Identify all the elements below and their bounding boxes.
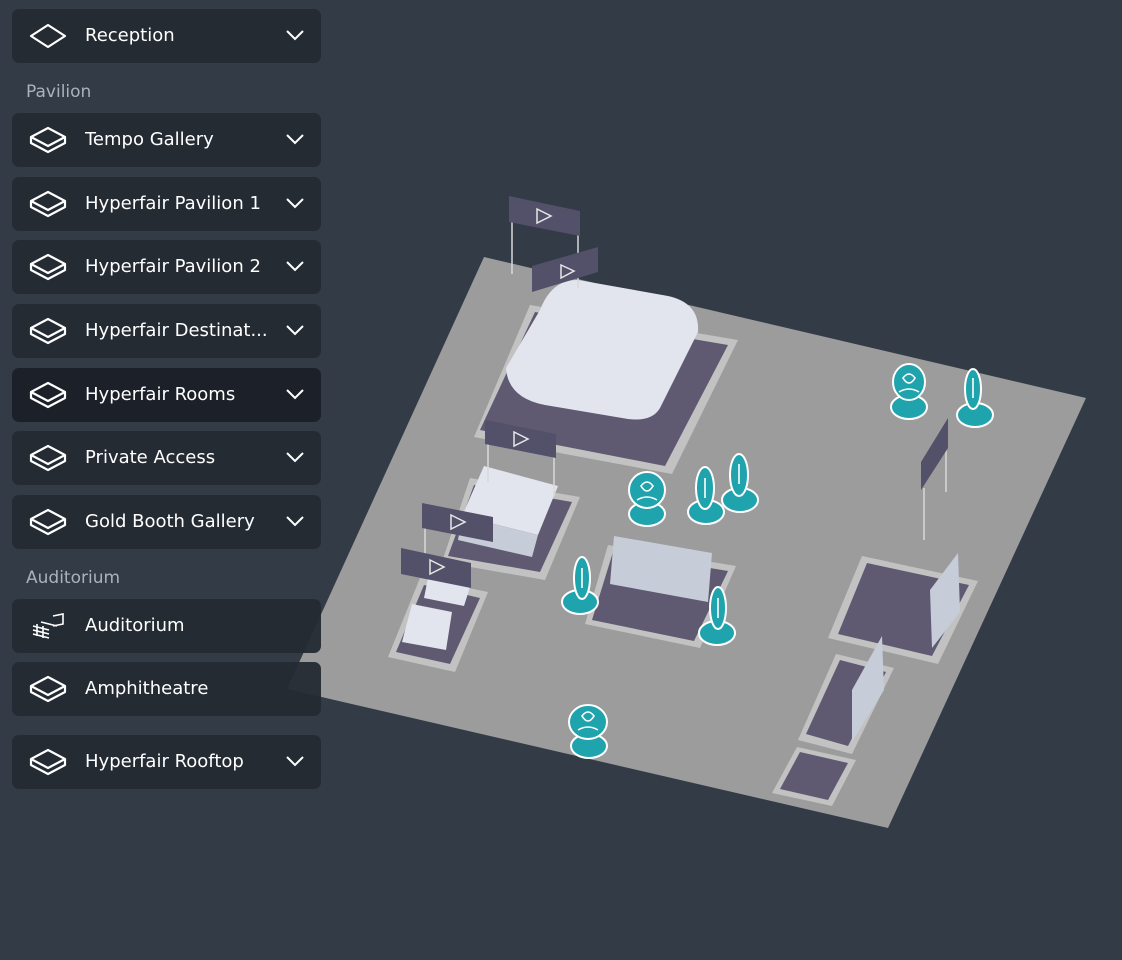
nav-item-hyperfair-rooftop[interactable]: Hyperfair Rooftop [12, 735, 321, 789]
avatar-marker[interactable] [568, 704, 608, 759]
layer-icon [29, 444, 67, 472]
nav-item-label: Auditorium [85, 615, 185, 636]
chevron-down-icon[interactable] [285, 387, 305, 401]
chevron-down-icon[interactable] [285, 28, 305, 42]
nav-item-label: Hyperfair Rooftop [85, 751, 244, 772]
chevron-down-icon[interactable] [285, 754, 305, 768]
layer-icon [29, 23, 67, 49]
nav-item-tempo-gallery[interactable]: Tempo Gallery [12, 113, 321, 167]
nav-item-reception[interactable]: Reception [12, 9, 321, 63]
nav-item-hyperfair-pavilion-2[interactable]: Hyperfair Pavilion 2 [12, 240, 321, 294]
nav-item-label: Hyperfair Pavilion 2 [85, 256, 261, 277]
nav-item-private-access[interactable]: Private Access [12, 431, 321, 485]
nav-item-auditorium[interactable]: Auditorium [12, 599, 321, 653]
nav-item-hyperfair-pavilion-1[interactable]: Hyperfair Pavilion 1 [12, 177, 321, 231]
layer-icon [29, 381, 67, 409]
nav-item-label: Private Access [85, 447, 216, 468]
chevron-down-icon[interactable] [285, 132, 305, 146]
avatar-marker[interactable] [628, 471, 666, 527]
chevron-down-icon[interactable] [285, 259, 305, 273]
nav-item-label: Tempo Gallery [85, 129, 214, 150]
layer-icon [29, 317, 67, 345]
layer-icon [29, 748, 67, 776]
avatar-marker[interactable] [890, 363, 928, 420]
chevron-down-icon[interactable] [285, 514, 305, 528]
nav-item-hyperfair-destinations[interactable]: Hyperfair Destinat... [12, 304, 321, 358]
chevron-down-icon[interactable] [285, 196, 305, 210]
layer-icon [29, 190, 67, 218]
section-title-pavilion: Pavilion [26, 82, 92, 102]
layer-icon [29, 126, 67, 154]
nav-item-gold-booth-gallery[interactable]: Gold Booth Gallery [12, 495, 321, 549]
nav-item-hyperfair-rooms[interactable]: Hyperfair Rooms [12, 368, 321, 422]
nav-item-label: Hyperfair Destinat... [85, 320, 268, 341]
chevron-down-icon[interactable] [285, 323, 305, 337]
nav-item-label: Hyperfair Rooms [85, 384, 236, 405]
chevron-down-icon[interactable] [285, 450, 305, 464]
layer-icon [29, 675, 67, 703]
layer-icon [29, 508, 67, 536]
section-title-auditorium: Auditorium [26, 568, 121, 588]
nav-item-label: Amphitheatre [85, 678, 209, 699]
nav-item-label: Reception [85, 25, 175, 46]
layer-icon [29, 253, 67, 281]
seats-icon [32, 613, 64, 639]
nav-item-amphitheatre[interactable]: Amphitheatre [12, 662, 321, 716]
nav-item-label: Gold Booth Gallery [85, 511, 255, 532]
nav-item-label: Hyperfair Pavilion 1 [85, 193, 261, 214]
